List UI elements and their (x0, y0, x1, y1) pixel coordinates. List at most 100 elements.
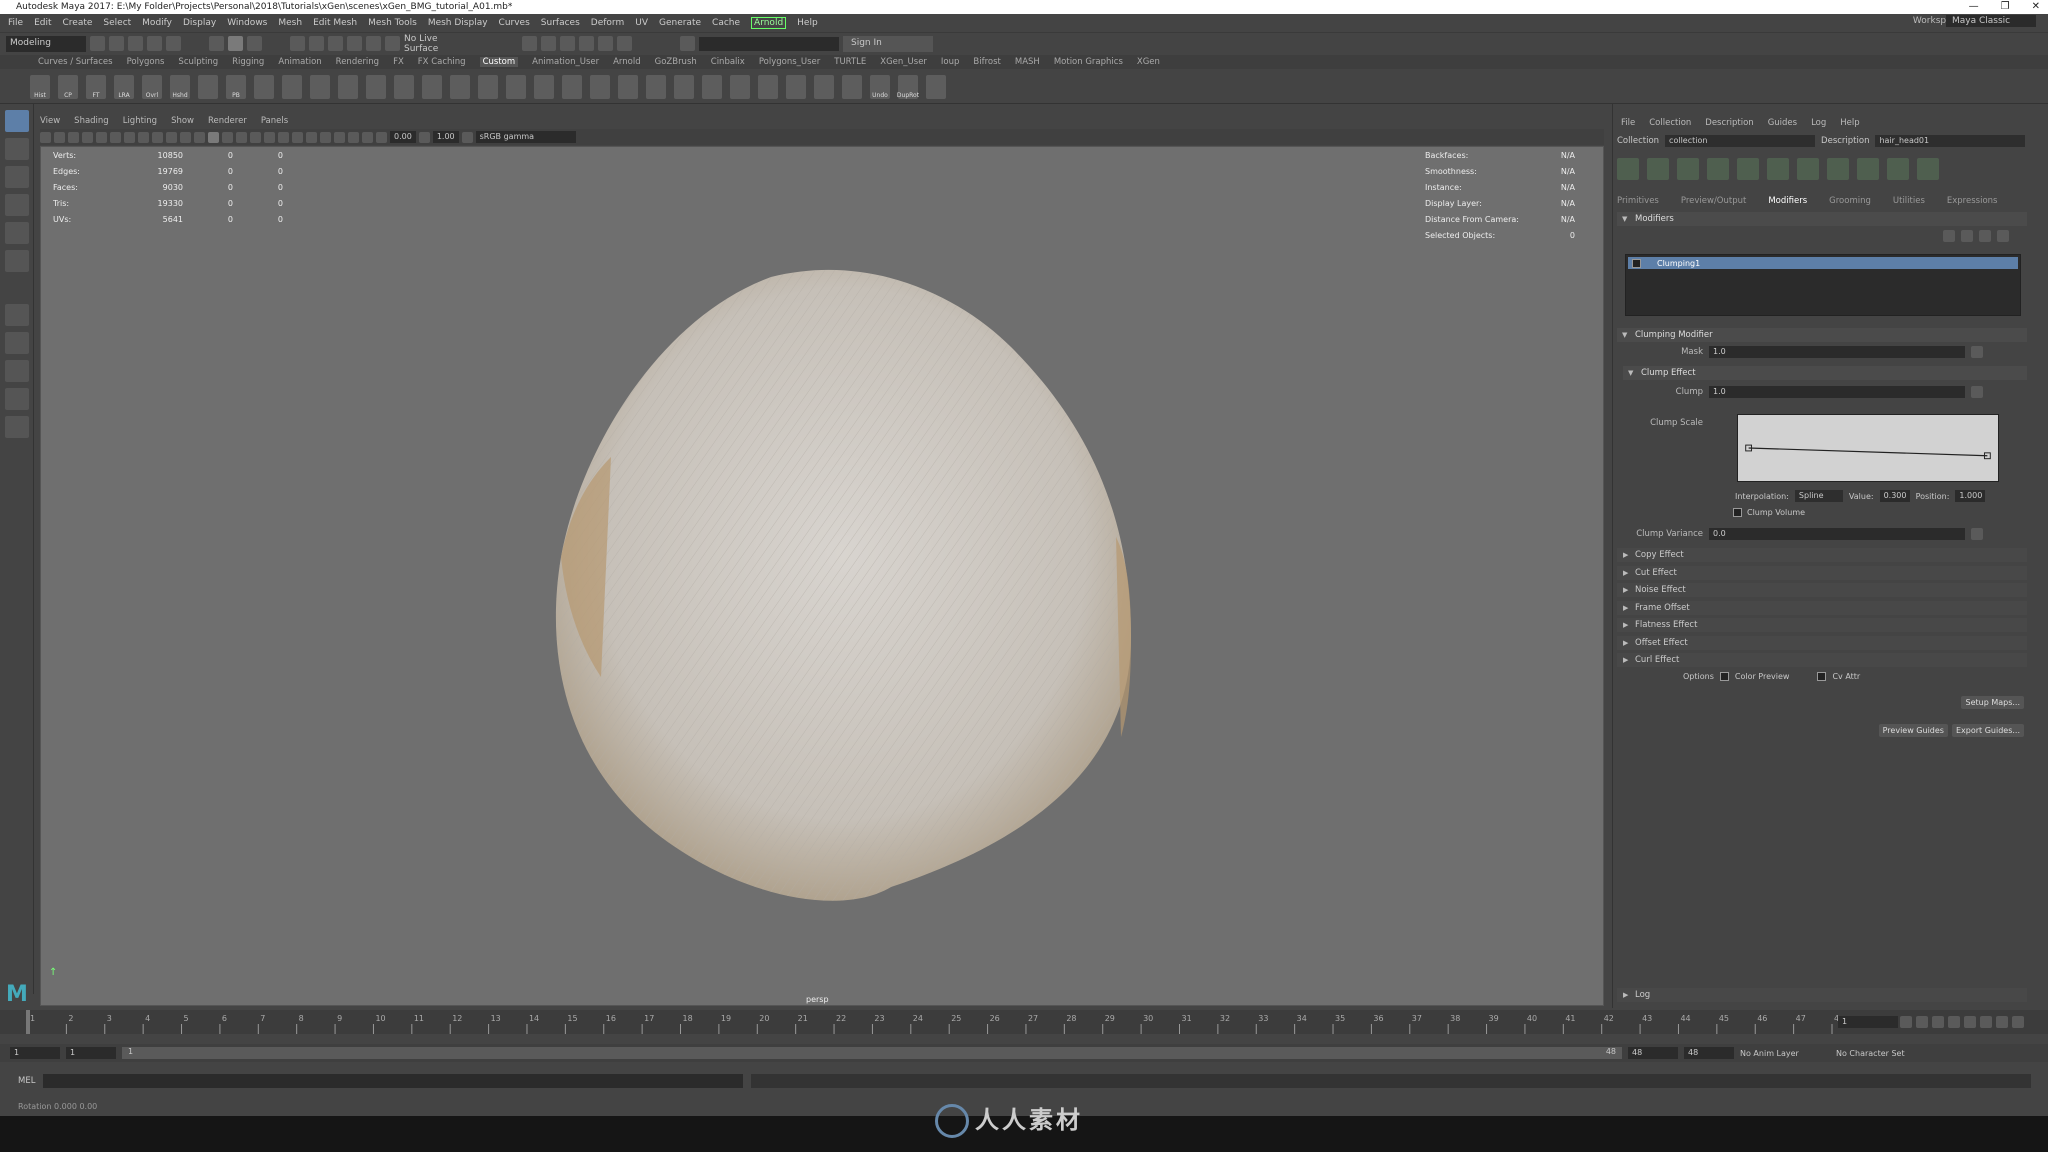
clumping-modifier-header[interactable]: Clumping Modifier (1617, 328, 2027, 342)
shelf-tab-rigging[interactable]: Rigging (232, 57, 264, 67)
isolate-select-icon[interactable] (348, 131, 359, 143)
shelf-tab-gozbrush[interactable]: GoZBrush (655, 57, 697, 67)
shelf-tool-icon[interactable]: Undo (870, 74, 890, 99)
select-component-icon[interactable] (247, 36, 262, 51)
viewport-menu-renderer[interactable]: Renderer (208, 116, 247, 126)
move-tool-icon[interactable] (5, 194, 29, 216)
mode-select[interactable]: Modeling (6, 35, 86, 52)
shelf-tab-turtle[interactable]: TURTLE (834, 57, 866, 67)
film-gate-icon[interactable] (110, 131, 121, 143)
go-to-end-icon[interactable] (2012, 1016, 2024, 1028)
normalize-guides-icon[interactable] (1827, 158, 1849, 180)
shelf-tab-animation[interactable]: Animation (278, 57, 321, 67)
clump-field[interactable]: 1.0 (1709, 386, 1965, 398)
xgen-menu-file[interactable]: File (1621, 118, 1635, 128)
shelf-tool-icon[interactable] (450, 74, 470, 99)
hair-mesh[interactable] (541, 257, 1161, 937)
shelf-tool-icon[interactable] (926, 74, 946, 99)
shelf-tool-icon[interactable] (394, 74, 414, 99)
value-field[interactable]: 0.300 (1879, 490, 1910, 502)
xyz-input-field[interactable] (699, 36, 839, 51)
ipr-render-icon[interactable] (541, 36, 556, 51)
shelf-tool-icon[interactable] (786, 74, 806, 99)
shelf-tab-bifrost[interactable]: Bifrost (973, 57, 1000, 67)
shelf-tab-xgen[interactable]: XGen (1137, 57, 1160, 67)
xgen-tab-grooming[interactable]: Grooming (1829, 196, 1871, 206)
modifiers-header[interactable]: Modifiers (1617, 212, 2027, 226)
shelf-tool-icon[interactable]: PB (226, 74, 246, 99)
create-collection-icon[interactable] (1647, 158, 1669, 180)
shelf-tool-icon[interactable]: DupRot (897, 74, 919, 99)
view-transform-select[interactable]: sRGB gamma (475, 131, 576, 143)
export-guides-button[interactable]: Export Guides... (1951, 724, 2024, 737)
shelf-tool-icon[interactable] (590, 74, 610, 99)
clump-expression-icon[interactable] (1971, 386, 1983, 398)
rotate-tool-icon[interactable] (5, 222, 29, 244)
clump-effect-header[interactable]: Clump Effect (1623, 366, 2027, 380)
menu-item-generate[interactable]: Generate (659, 18, 701, 28)
shelf-tool-icon[interactable] (562, 74, 582, 99)
depth-of-field-icon[interactable] (334, 131, 345, 143)
paint-select-icon[interactable] (5, 166, 29, 188)
xgen-tab-utilities[interactable]: Utilities (1893, 196, 1925, 206)
shelf-tool-icon[interactable] (366, 74, 386, 99)
character-set-select[interactable]: No Character Set (1836, 1049, 1926, 1058)
shelf-tool-icon[interactable] (422, 74, 442, 99)
redo-icon[interactable] (166, 36, 181, 51)
outliner-icon[interactable] (5, 416, 29, 438)
scale-tool-icon[interactable] (5, 250, 29, 272)
menu-item-edit-mesh[interactable]: Edit Mesh (313, 18, 357, 28)
step-forward-key-icon[interactable] (1996, 1016, 2008, 1028)
shelf-tool-icon[interactable]: Hist (30, 74, 50, 99)
guide-attrs-icon[interactable] (1917, 158, 1939, 180)
add-guides-icon[interactable] (1677, 158, 1699, 180)
move-up-icon[interactable] (1943, 230, 1955, 242)
shelf-tab-polygons[interactable]: Polygons (127, 57, 165, 67)
modifier-enable-checkbox[interactable] (1632, 258, 1641, 268)
position-field[interactable]: 1.000 (1955, 490, 1986, 502)
workspace-select[interactable]: Maya Classic (1946, 15, 2036, 27)
camera-icon[interactable] (40, 131, 51, 143)
log-section[interactable]: Log (1617, 988, 2027, 1002)
section-noise-effect[interactable]: Noise Effect (1617, 583, 2027, 597)
clump-scale-ramp[interactable] (1737, 414, 1999, 482)
shelf-tool-icon[interactable] (646, 74, 666, 99)
single-view-icon[interactable] (5, 332, 29, 354)
menu-item-modify[interactable]: Modify (142, 18, 172, 28)
open-scene-icon[interactable] (109, 36, 124, 51)
anim-layer-select[interactable]: No Anim Layer (1740, 1049, 1830, 1058)
shelf-tool-icon[interactable] (702, 74, 722, 99)
menu-item-arnold[interactable]: Arnold (751, 16, 787, 29)
section-frame-offset[interactable]: Frame Offset (1617, 600, 2027, 615)
setup-maps-button[interactable]: Setup Maps... (1961, 696, 2024, 709)
place-guides-icon[interactable] (1707, 158, 1729, 180)
menu-item-select[interactable]: Select (103, 18, 131, 28)
gamma-field[interactable]: 1.00 (432, 131, 459, 143)
step-forward-frame-icon[interactable] (1980, 1016, 1992, 1028)
menu-item-cache[interactable]: Cache (712, 18, 740, 28)
default-material-icon[interactable] (222, 131, 233, 143)
safe-title-icon[interactable] (180, 131, 191, 143)
snap-grid-icon[interactable] (290, 36, 305, 51)
add-modifier-icon[interactable] (1979, 230, 1991, 242)
xgen-menu-help[interactable]: Help (1840, 118, 1859, 128)
textured-icon[interactable] (250, 131, 261, 143)
wireframe-icon[interactable] (194, 131, 205, 143)
menu-item-deform[interactable]: Deform (591, 18, 624, 28)
sculpt-guides-icon[interactable] (1737, 158, 1759, 180)
motion-blur-icon[interactable] (306, 131, 317, 143)
shelf-tool-icon[interactable] (254, 74, 274, 99)
viewport-persp[interactable]: Verts: 10850 0 0 Edges: 19769 0 0 Faces: 9030 0 0 Tr… (40, 146, 1604, 1006)
xray-icon[interactable] (362, 131, 373, 143)
ambient-occlusion-icon[interactable] (292, 131, 303, 143)
menu-item-windows[interactable]: Windows (227, 18, 267, 28)
snap-surface-icon[interactable] (366, 36, 381, 51)
viewport-menu-lighting[interactable]: Lighting (123, 116, 157, 126)
section-offset-effect[interactable]: Offset Effect (1617, 635, 2027, 650)
move-down-icon[interactable] (1961, 230, 1973, 242)
go-to-start-icon[interactable] (1900, 1016, 1912, 1028)
shelf-tool-icon[interactable]: LRA (114, 74, 134, 99)
minimize-icon[interactable]: — (1969, 0, 1979, 14)
xgen-menu-guides[interactable]: Guides (1768, 118, 1797, 128)
new-scene-icon[interactable] (90, 36, 105, 51)
